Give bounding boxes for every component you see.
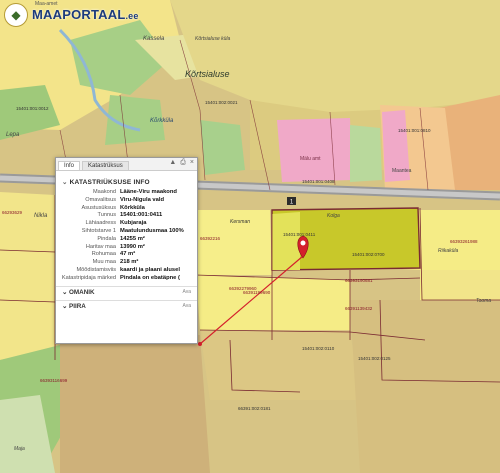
- attribute-value: Maatulundusmaa 100%: [120, 227, 184, 234]
- parcel-id-label: 15401:002:0125: [358, 356, 391, 361]
- place-label: Kõrtsialuse: [185, 69, 230, 79]
- parcel-id-label: 66393261988: [450, 239, 478, 244]
- attribute-row: Omavalitsus Viru-Nigula vald: [56, 197, 197, 205]
- place-label: Kolga: [327, 213, 340, 219]
- print-icon[interactable]: ⎙: [180, 159, 186, 167]
- parcel-id-label: 66392216: [200, 236, 221, 241]
- logo-suffix: .ee: [125, 11, 139, 21]
- attribute-label: Omavalitsus: [85, 196, 116, 203]
- attribute-value: Lääne-Viru maakond: [120, 189, 177, 195]
- attribute-value: 14255 m²: [120, 235, 145, 242]
- place-label: Nikla: [34, 213, 48, 219]
- fold-omanik[interactable]: ⌄ OMANIK Ava: [56, 285, 197, 297]
- chevron-down-icon: ⌄: [62, 302, 70, 310]
- parcel-id-label: 66393116699: [40, 378, 68, 383]
- logo-tagline: Maa-amet: [35, 1, 58, 7]
- chevron-down-icon: ⌄: [62, 288, 70, 296]
- popup-tabs: Info Katastrüksus ▲ ⎙ ×: [56, 158, 197, 171]
- place-label: Kersman: [230, 219, 250, 225]
- tab-katastriuksus[interactable]: Katastrüksus: [82, 161, 129, 170]
- parcel-id-label: 66293629: [2, 210, 23, 215]
- attribute-row: Haritav maa 13990 m²: [56, 244, 197, 252]
- attribute-value: 15401:001:0411: [120, 212, 163, 219]
- parcel-id-label: 66391199690: [243, 290, 271, 295]
- attribute-row: Maakond Lääne-Viru maakond: [56, 189, 197, 197]
- parcel-id-label: 15401:002:0021: [205, 100, 238, 105]
- attribute-row: Muu maa 218 m²: [56, 259, 197, 267]
- attribute-label: Rohumaa: [91, 251, 116, 258]
- place-label: Kõrtsialuse küla: [195, 36, 231, 42]
- attribute-label: Tunnus: [97, 212, 116, 219]
- attribute-value: 13990 m²: [120, 243, 145, 250]
- parcel-id-label: 15401:002:0110: [302, 346, 335, 351]
- attribute-row: Tunnus 15401:001:0411: [56, 212, 197, 220]
- attribute-value: Kõrkküla: [120, 204, 145, 211]
- parcel-id-label: 66391:002:0181: [238, 406, 271, 411]
- section-title[interactable]: ⌄ KATASTRIÜKSUSE INFO: [62, 178, 197, 186]
- attribute-value: kaardi ja plaani alusel: [120, 266, 180, 273]
- place-label: Mälu amt: [300, 156, 321, 162]
- attribute-label: Mõõdistamisviis: [76, 266, 116, 273]
- attribute-row: Pindala 14255 m²: [56, 236, 197, 244]
- attribute-label: Pindala: [97, 235, 116, 242]
- parcel-id-label: 15401:002:0700: [352, 252, 385, 257]
- estonian-land-board-emblem-icon: ◆: [4, 3, 28, 27]
- place-label: Lepa: [6, 132, 20, 138]
- place-label: Tooma: [476, 298, 491, 304]
- attribute-value: 218 m²: [120, 259, 139, 266]
- logo-text: MAAPORTAAL: [32, 7, 126, 22]
- like-icon[interactable]: ▲: [169, 159, 176, 167]
- place-label: Kassela: [143, 36, 165, 42]
- attribute-value: Viru-Nigula vald: [120, 196, 165, 203]
- tab-info[interactable]: Info: [58, 161, 81, 170]
- maaportaal-logo[interactable]: ◆ MAAPORTAAL.ee Maa-amet: [4, 1, 139, 27]
- attribute-label: Katastripidaja märked: [61, 274, 116, 281]
- attribute-label: Haritav maa: [85, 243, 116, 250]
- attribute-row: Asustusüksus Kõrkküla: [56, 205, 197, 213]
- parcel-id-label: 15401:001:0810: [398, 128, 431, 133]
- road-number-shield: 1: [287, 197, 296, 206]
- parcel-id-label: 15401:001:0411: [283, 232, 316, 237]
- parcel-id-label: 15401:001:0012: [16, 106, 49, 111]
- attribute-label: Asustusüksus: [81, 204, 116, 211]
- attribute-row: Lähiaadress Kubjaraja: [56, 220, 197, 228]
- attribute-label: Muu maa: [92, 259, 116, 266]
- attribute-value: 47 m²: [120, 251, 136, 258]
- parcel-info-popup: Info Katastrüksus ▲ ⎙ × ⌄ KATASTRIÜKSUSE …: [55, 157, 198, 344]
- attribute-row: Sihtotstarve 1 Maatulundusmaa 100%: [56, 228, 197, 236]
- place-label: Maantea: [392, 168, 412, 174]
- attribute-label: Lähiaadress: [85, 220, 116, 227]
- attribute-label: Maakond: [92, 189, 116, 195]
- parcel-id-label: 66393190681: [345, 278, 373, 283]
- parcel-id-label: 15401:001:0408: [302, 179, 335, 184]
- parcel-attributes: Maakond Lääne-Viru maakond Omavalitsus Viru…: [56, 189, 197, 283]
- attribute-row: Mõõdistamisviis kaardi ja plaani alusel: [56, 267, 197, 275]
- chevron-down-icon: ⌄: [62, 179, 68, 186]
- attribute-row: Katastripidaja märked Pindala on ebatäpne…: [56, 275, 197, 283]
- attribute-value: Kubjaraja: [120, 220, 147, 227]
- attribute-label: Sihtotstarve 1: [81, 227, 116, 234]
- place-label: Kõrkküla: [150, 118, 174, 124]
- place-label: Maja: [14, 446, 25, 452]
- parcel-id-label: 66391139432: [345, 306, 373, 311]
- place-label: Riikaküla: [438, 248, 459, 254]
- close-icon[interactable]: ×: [190, 159, 194, 167]
- attribute-row: Rohumaa 47 m²: [56, 251, 197, 259]
- fold-piira[interactable]: ⌄ PIIRA Ava: [56, 299, 197, 311]
- attribute-value: Pindala on ebatäpne (: [120, 274, 180, 281]
